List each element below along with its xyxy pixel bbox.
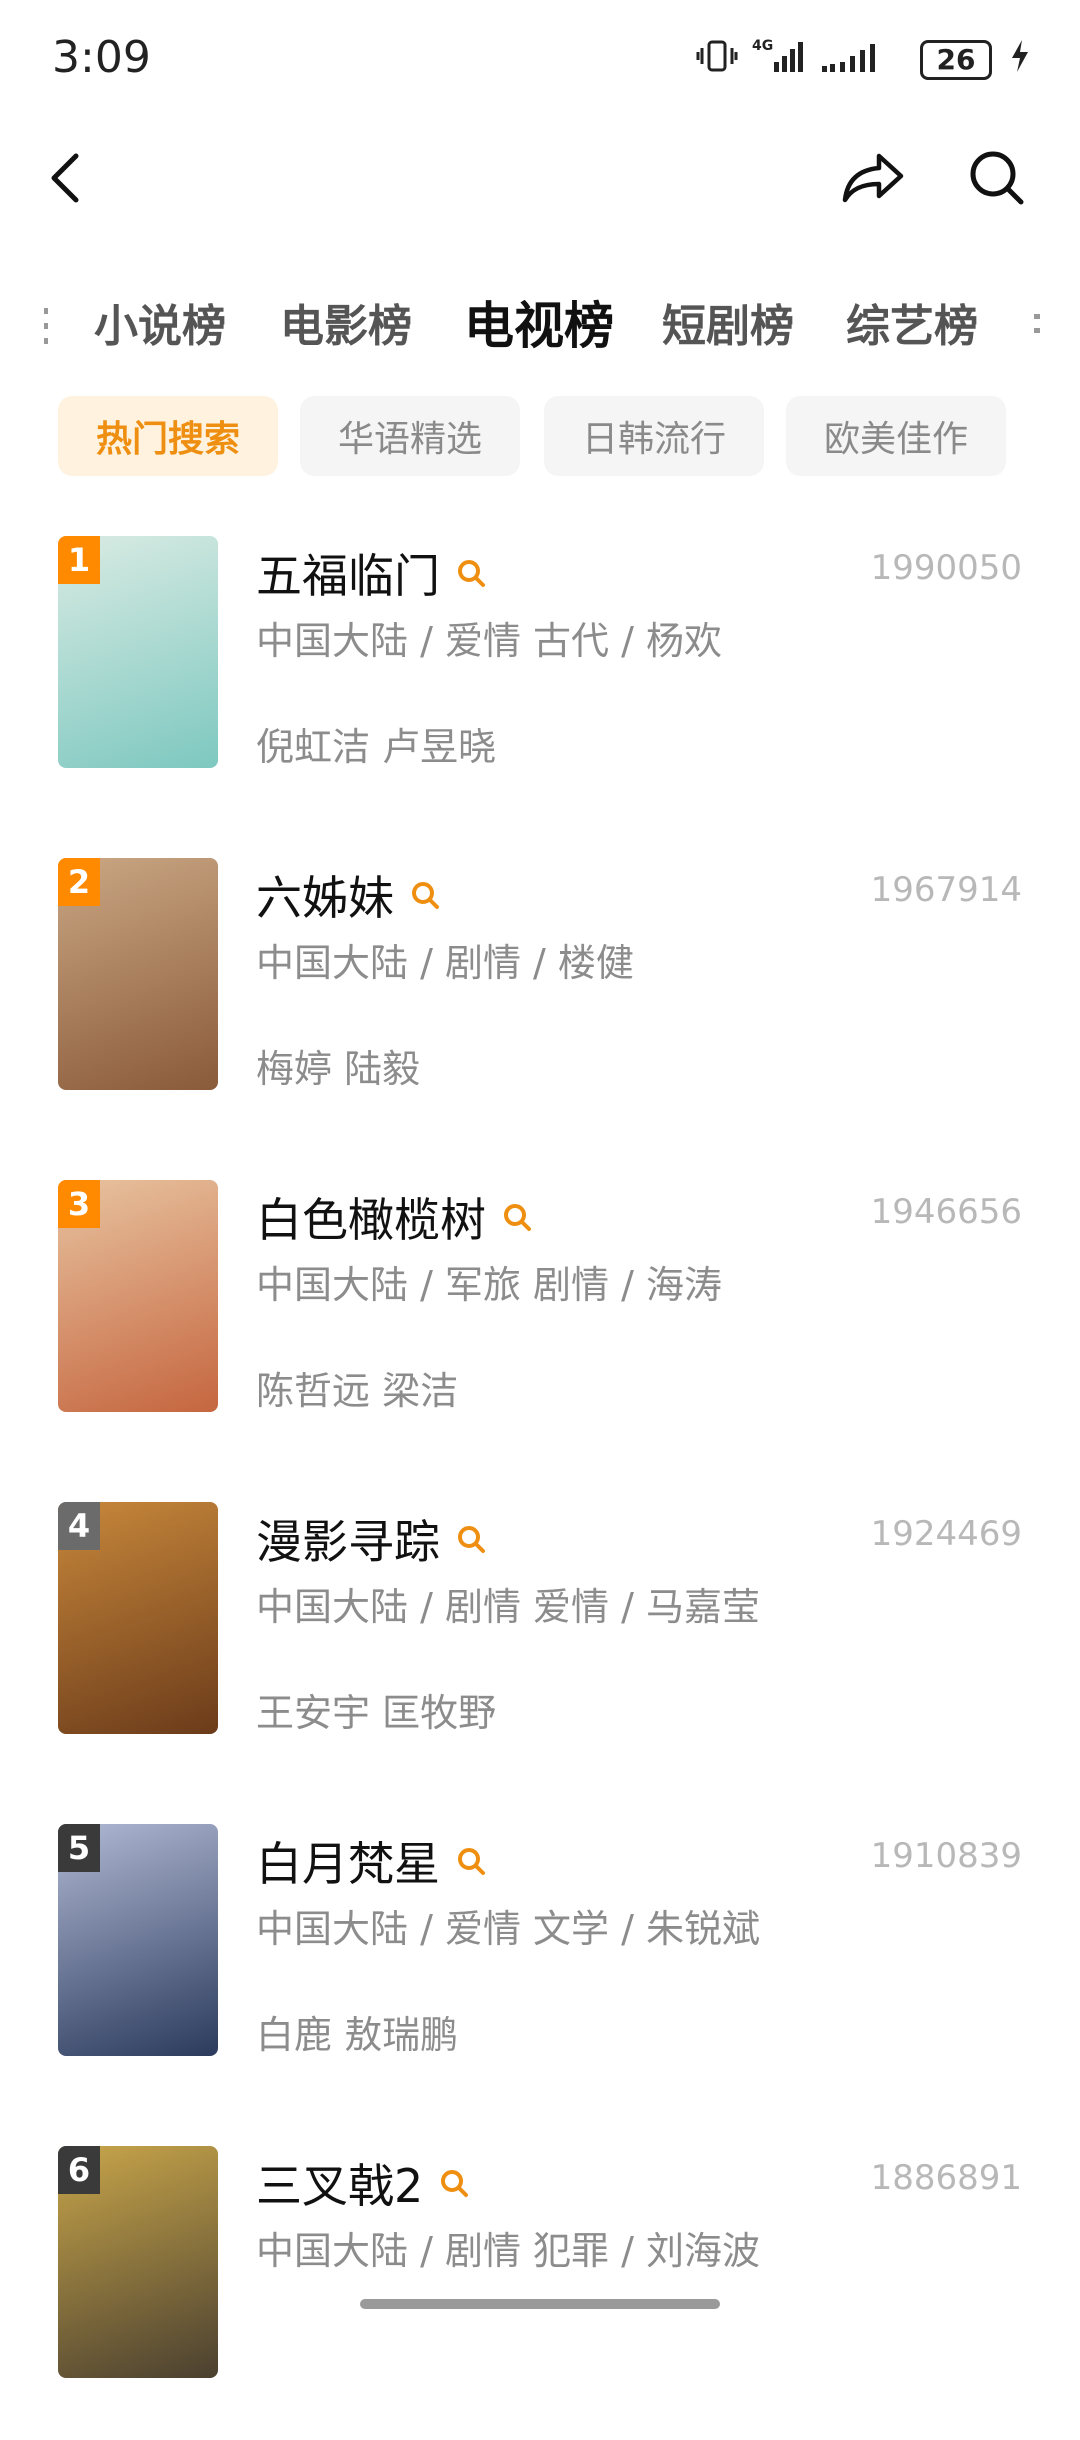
search-count: 1924469 xyxy=(870,1514,1022,1554)
back-button[interactable] xyxy=(36,148,96,208)
search-count: 1967914 xyxy=(870,870,1022,910)
item-cast: 王安宇 匡牧野 xyxy=(256,1691,497,1735)
battery-level: 26 xyxy=(920,40,992,80)
back-arrow-icon xyxy=(51,153,79,203)
item-meta: 中国大陆 / 剧情 / 楼健 xyxy=(256,941,634,985)
status-bar: 3:09 4G 26 xyxy=(0,0,1080,120)
list-item[interactable]: 2 六姊妹 1967914 中国大陆 / 剧情 / 楼健 梅婷 陆毅 xyxy=(0,852,1080,1152)
tab-movie[interactable]: 电影榜 xyxy=(280,290,412,354)
rank-badge: 5 xyxy=(58,1824,100,1872)
title-row: 三叉戟2 xyxy=(256,2150,471,2216)
list-item[interactable]: 5 白月梵星 1910839 中国大陆 / 爱情 文学 / 朱锐斌 白鹿 敖瑞鹏 xyxy=(0,1818,1080,2118)
search-count: 1886891 xyxy=(870,2158,1022,2198)
signal-4g-icon: 4G xyxy=(752,38,803,72)
search-icon[interactable] xyxy=(500,1200,534,1234)
tab-variety[interactable]: 综艺榜 xyxy=(846,290,978,354)
item-meta: 中国大陆 / 剧情 爱情 / 马嘉莹 xyxy=(256,1585,761,1629)
item-cast: 倪虹洁 卢昱晓 xyxy=(256,725,497,769)
search-count: 1946656 xyxy=(870,1192,1022,1232)
chip-western[interactable]: 欧美佳作 xyxy=(786,396,1006,476)
signal-icon xyxy=(822,44,875,72)
item-meta: 中国大陆 / 军旅 剧情 / 海涛 xyxy=(256,1263,723,1307)
tab-tv[interactable]: 电视榜 xyxy=(464,286,614,358)
tab-novel[interactable]: 小说榜 xyxy=(94,290,226,354)
poster-image[interactable]: 2 xyxy=(58,858,218,1090)
search-count: 1990050 xyxy=(870,548,1022,588)
poster-image[interactable]: 3 xyxy=(58,1180,218,1412)
list-item[interactable]: 6 三叉戟2 1886891 中国大陆 / 剧情 犯罪 / 刘海波 xyxy=(0,2140,1080,2440)
charging-icon xyxy=(1012,40,1028,72)
title-row: 五福临门 xyxy=(256,540,488,606)
title-row: 漫影寻踪 xyxy=(256,1506,488,1572)
tab-scroll-left-indicator xyxy=(44,308,48,344)
item-meta: 中国大陆 / 剧情 犯罪 / 刘海波 xyxy=(256,2229,761,2273)
item-title[interactable]: 三叉戟2 xyxy=(256,2150,423,2216)
top-bar xyxy=(0,128,1080,238)
item-title[interactable]: 漫影寻踪 xyxy=(256,1506,440,1572)
search-icon[interactable] xyxy=(454,556,488,590)
item-cast: 白鹿 敖瑞鹏 xyxy=(256,2013,459,2057)
item-title[interactable]: 白月梵星 xyxy=(256,1828,440,1894)
search-icon xyxy=(970,151,1024,205)
filter-chips: 热门搜索 华语精选 日韩流行 欧美佳作 xyxy=(0,396,1080,480)
search-icon[interactable] xyxy=(437,2166,471,2200)
share-icon xyxy=(842,153,904,203)
rank-badge: 2 xyxy=(58,858,100,906)
search-icon[interactable] xyxy=(454,1844,488,1878)
poster-image[interactable]: 1 xyxy=(58,536,218,768)
item-title[interactable]: 六姊妹 xyxy=(256,862,394,928)
search-icon[interactable] xyxy=(454,1522,488,1556)
search-count: 1910839 xyxy=(870,1836,1022,1876)
item-title[interactable]: 五福临门 xyxy=(256,540,440,606)
search-button[interactable] xyxy=(962,148,1032,208)
list-item[interactable]: 4 漫影寻踪 1924469 中国大陆 / 剧情 爱情 / 马嘉莹 王安宇 匡牧野 xyxy=(0,1496,1080,1796)
item-title[interactable]: 白色橄榄树 xyxy=(256,1184,486,1250)
network-label: 4G xyxy=(752,38,773,54)
rank-badge: 4 xyxy=(58,1502,100,1550)
share-button[interactable] xyxy=(838,148,908,208)
title-row: 六姊妹 xyxy=(256,862,442,928)
chip-jp-kr[interactable]: 日韩流行 xyxy=(544,396,764,476)
home-indicator[interactable] xyxy=(360,2299,720,2309)
item-cast: 陈哲远 梁洁 xyxy=(256,1369,459,1413)
vibrate-icon xyxy=(696,40,738,72)
rank-badge: 6 xyxy=(58,2146,100,2194)
item-meta: 中国大陆 / 爱情 文学 / 朱锐斌 xyxy=(256,1907,761,1951)
poster-image[interactable]: 4 xyxy=(58,1502,218,1734)
tab-short-drama[interactable]: 短剧榜 xyxy=(662,290,794,354)
item-cast: 梅婷 陆毅 xyxy=(256,1047,421,1091)
rank-badge: 3 xyxy=(58,1180,100,1228)
list-item[interactable]: 3 白色橄榄树 1946656 中国大陆 / 军旅 剧情 / 海涛 陈哲远 梁洁 xyxy=(0,1174,1080,1474)
poster-image[interactable]: 5 xyxy=(58,1824,218,2056)
title-row: 白月梵星 xyxy=(256,1828,488,1894)
status-time: 3:09 xyxy=(52,32,151,83)
poster-image[interactable]: 6 xyxy=(58,2146,218,2378)
list-item[interactable]: 1 五福临门 1990050 中国大陆 / 爱情 古代 / 杨欢 倪虹洁 卢昱晓 xyxy=(0,530,1080,830)
rank-badge: 1 xyxy=(58,536,100,584)
chip-chinese[interactable]: 华语精选 xyxy=(300,396,520,476)
chip-hot-search[interactable]: 热门搜索 xyxy=(58,396,278,476)
tab-scroll-right-indicator xyxy=(1034,314,1040,333)
title-row: 白色橄榄树 xyxy=(256,1184,534,1250)
item-meta: 中国大陆 / 爱情 古代 / 杨欢 xyxy=(256,619,723,663)
search-icon[interactable] xyxy=(408,878,442,912)
